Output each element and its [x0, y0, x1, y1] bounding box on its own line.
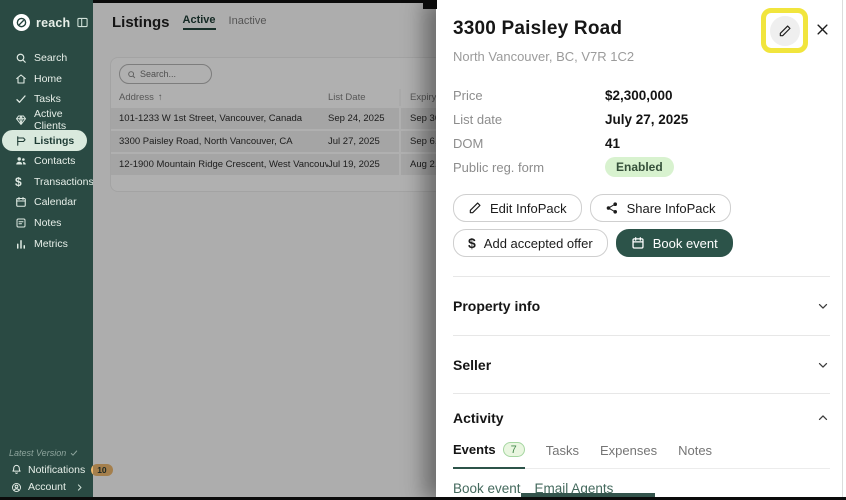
field-public-reg-form: Public reg. form Enabled	[453, 155, 830, 179]
sidebar-item-label: Calendar	[34, 196, 77, 208]
listing-actions: Edit InfoPack Share InfoPack $ Add accep…	[453, 194, 830, 257]
collapse-sidebar-icon[interactable]	[76, 16, 89, 29]
share-icon	[605, 201, 619, 215]
field-value: 41	[605, 136, 620, 151]
search-icon	[15, 52, 27, 64]
gem-icon	[15, 114, 27, 126]
sidebar-item-label: Transactions	[34, 176, 94, 188]
edit-listing-button[interactable]	[770, 16, 800, 46]
tab-tasks[interactable]: Tasks	[546, 442, 579, 468]
share-infopack-button[interactable]: Share InfoPack	[590, 194, 731, 222]
section-seller[interactable]: Seller	[453, 335, 830, 393]
note-icon	[15, 217, 27, 229]
chevron-down-icon	[816, 358, 830, 372]
chevron-up-icon	[816, 411, 830, 425]
panel-scrollbar[interactable]	[842, 0, 843, 500]
version-label: Latest Version	[9, 448, 66, 458]
sidebar-item-label: Tasks	[34, 93, 61, 105]
sidebar-item-transactions[interactable]: $ Transactions	[0, 172, 93, 193]
field-price: Price $2,300,000	[453, 83, 830, 107]
tab-notes[interactable]: Notes	[678, 442, 712, 468]
sidebar-logo-row: reach	[0, 0, 93, 31]
version-status: Latest Version	[0, 445, 93, 461]
people-icon	[15, 155, 27, 167]
sidebar-item-active-clients[interactable]: Active Clients	[0, 110, 93, 131]
field-list-date: List date July 27, 2025	[453, 107, 830, 131]
sidebar-nav: Search Home Tasks Active Clients Listing…	[0, 48, 93, 254]
app-name: reach	[36, 16, 70, 30]
sidebar-item-notifications[interactable]: Notifications 10	[0, 461, 93, 479]
calendar-icon	[631, 236, 645, 250]
close-panel-button[interactable]	[815, 22, 830, 37]
field-label: List date	[453, 112, 605, 127]
window-edge-artifact	[423, 0, 437, 9]
notifications-label: Notifications	[28, 464, 85, 476]
panel-titles: 3300 Paisley Road North Vancouver, BC, V…	[453, 0, 761, 64]
field-label: Price	[453, 88, 605, 103]
pencil-icon	[778, 24, 792, 38]
field-value: July 27, 2025	[605, 112, 688, 127]
enabled-status-badge: Enabled	[605, 157, 674, 177]
sidebar-item-tasks[interactable]: Tasks	[0, 89, 93, 110]
sidebar-footer: Latest Version Notifications 10 Account	[0, 445, 93, 496]
pencil-icon	[468, 201, 482, 215]
listing-detail-panel: 3300 Paisley Road North Vancouver, BC, V…	[436, 0, 846, 500]
book-event-button[interactable]: Book event	[616, 229, 733, 257]
highlight-annotation	[761, 8, 808, 53]
sidebar-item-label: Search	[34, 52, 67, 64]
field-value: $2,300,000	[605, 88, 673, 103]
listing-title: 3300 Paisley Road	[453, 18, 761, 40]
events-count-badge: 7	[503, 442, 525, 457]
book-event-link[interactable]: Book event	[453, 481, 521, 496]
sidebar-item-metrics[interactable]: Metrics	[0, 233, 93, 254]
sidebar: reach Search Home Tasks Active Clients	[0, 0, 93, 500]
sidebar-item-label: Metrics	[34, 238, 68, 250]
sidebar-item-label: Contacts	[34, 155, 75, 167]
tab-expenses[interactable]: Expenses	[600, 442, 657, 468]
sidebar-item-calendar[interactable]: Calendar	[0, 192, 93, 213]
listing-fields: Price $2,300,000 List date July 27, 2025…	[453, 83, 830, 179]
sidebar-item-account[interactable]: Account	[0, 479, 93, 497]
version-check-icon	[70, 449, 78, 457]
close-icon	[815, 22, 830, 37]
bar-chart-icon	[15, 238, 27, 250]
app-window: reach Search Home Tasks Active Clients	[0, 0, 846, 500]
edit-infopack-button[interactable]: Edit InfoPack	[453, 194, 582, 222]
field-label: Public reg. form	[453, 160, 605, 175]
field-dom: DOM 41	[453, 131, 830, 155]
field-label: DOM	[453, 136, 605, 151]
chevron-down-icon	[816, 299, 830, 313]
dollar-icon: $	[15, 176, 27, 188]
calendar-icon	[15, 196, 27, 208]
sidebar-item-label: Listings	[34, 135, 74, 147]
home-icon	[15, 73, 27, 85]
tab-events[interactable]: Events 7	[453, 442, 525, 469]
window-edge-artifact	[93, 0, 436, 3]
listing-address: North Vancouver, BC, V7R 1C2	[453, 49, 761, 64]
activity-tabs: Events 7 Tasks Expenses Notes	[453, 442, 830, 469]
account-icon	[11, 482, 22, 493]
sidebar-item-contacts[interactable]: Contacts	[0, 151, 93, 172]
sign-icon	[15, 135, 27, 147]
sidebar-item-label: Home	[34, 73, 62, 85]
sidebar-item-label: Active Clients	[34, 108, 93, 132]
add-accepted-offer-button[interactable]: $ Add accepted offer	[453, 229, 608, 257]
section-activity[interactable]: Activity	[453, 393, 830, 442]
sidebar-item-notes[interactable]: Notes	[0, 213, 93, 234]
sidebar-item-label: Notes	[34, 217, 61, 229]
check-icon	[15, 93, 27, 105]
reach-logo-icon	[13, 14, 30, 31]
sidebar-item-listings[interactable]: Listings	[2, 130, 87, 151]
sidebar-item-home[interactable]: Home	[0, 69, 93, 90]
chevron-right-icon	[75, 483, 84, 492]
account-label: Account	[28, 481, 66, 493]
section-property-info[interactable]: Property info	[453, 276, 830, 335]
dollar-icon: $	[468, 236, 476, 250]
panel-header: 3300 Paisley Road North Vancouver, BC, V…	[453, 0, 830, 64]
bell-icon	[11, 464, 22, 475]
sidebar-item-search[interactable]: Search	[0, 48, 93, 69]
